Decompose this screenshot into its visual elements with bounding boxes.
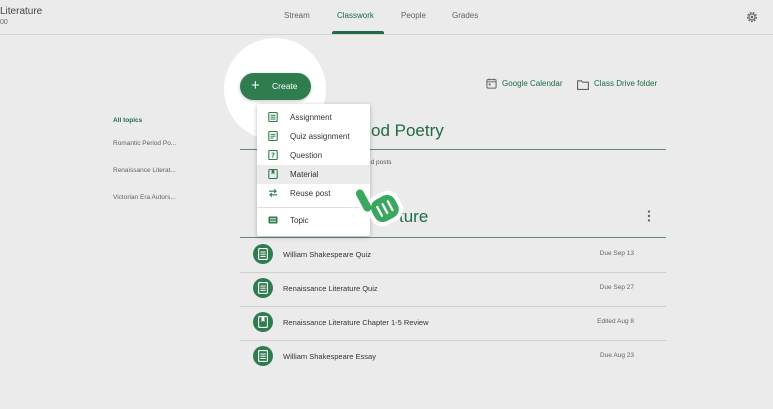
create-button-label: Create	[272, 81, 298, 91]
material-icon	[253, 312, 273, 332]
menu-item-question[interactable]: ? Question	[257, 146, 370, 165]
classwork-title: Renaissance Literature Chapter 1-5 Revie…	[283, 318, 429, 327]
sidebar-item-all-topics[interactable]: All topics	[113, 117, 142, 124]
classwork-title: Renaissance Literature Quiz	[283, 284, 378, 293]
question-icon: ?	[268, 150, 278, 160]
menu-item-label: Quiz assignment	[290, 132, 350, 141]
gear-icon[interactable]	[745, 10, 759, 24]
sidebar-item-renaissance[interactable]: Renaissance Literat...	[113, 167, 176, 174]
top-app-bar: Literature 00 Stream Classwork People Gr…	[0, 0, 773, 35]
classwork-row[interactable]: William Shakespeare Essay Due Aug 23	[240, 340, 666, 374]
course-title[interactable]: Literature	[0, 6, 42, 17]
classwork-title: William Shakespeare Quiz	[283, 250, 371, 259]
sidebar-item-victorian-era[interactable]: Victorian Era Autors...	[113, 194, 176, 201]
classwork-row[interactable]: Renaissance Literature Quiz Due Sep 27	[240, 272, 666, 306]
sidebar-item-romantic-period[interactable]: Romantic Period Po...	[113, 140, 176, 147]
classwork-due: Due Sep 13	[599, 250, 634, 257]
tab-people[interactable]: People	[401, 11, 426, 20]
svg-text:?: ?	[271, 152, 275, 160]
topic-title-romantic[interactable]: od Poetry	[371, 121, 444, 141]
menu-item-assignment[interactable]: Assignment	[257, 108, 370, 127]
classwork-title: William Shakespeare Essay	[283, 352, 376, 361]
menu-item-label: Topic	[290, 216, 309, 225]
active-tab-indicator	[332, 31, 384, 34]
course-subtitle: 00	[0, 19, 8, 26]
classwork-due: Due Sep 27	[599, 284, 634, 291]
more-options-icon[interactable]	[647, 210, 651, 222]
quiz-icon	[268, 131, 278, 141]
assignment-icon	[268, 112, 278, 122]
menu-item-label: Material	[290, 170, 319, 179]
material-icon	[268, 169, 278, 179]
class-drive-folder-link[interactable]: Class Drive folder	[594, 79, 657, 88]
reuse-icon	[269, 189, 277, 197]
classwork-edited: Edited Aug 8	[597, 318, 634, 325]
assignment-icon	[253, 346, 273, 366]
create-button[interactable]: + Create	[240, 73, 311, 100]
classwork-row[interactable]: William Shakespeare Quiz Due Sep 13	[240, 238, 666, 272]
assignment-icon	[253, 244, 273, 264]
menu-item-label: Question	[290, 151, 323, 160]
classwork-row[interactable]: Renaissance Literature Chapter 1-5 Revie…	[240, 306, 666, 340]
google-calendar-link[interactable]: Google Calendar	[502, 79, 562, 88]
menu-item-label: Reuse post	[290, 189, 331, 198]
pointing-hand-icon	[352, 186, 404, 227]
assignment-icon	[253, 278, 273, 298]
tab-classwork[interactable]: Classwork	[337, 11, 374, 20]
classwork-due: Due Aug 23	[600, 352, 634, 359]
topic-icon	[268, 216, 278, 224]
calendar-icon	[486, 78, 497, 89]
menu-item-quiz-assignment[interactable]: Quiz assignment	[257, 127, 370, 146]
menu-item-label: Assignment	[290, 113, 332, 122]
tab-grades[interactable]: Grades	[452, 11, 478, 20]
plus-icon: +	[251, 77, 260, 94]
folder-icon	[577, 80, 589, 90]
tab-stream[interactable]: Stream	[284, 11, 310, 20]
